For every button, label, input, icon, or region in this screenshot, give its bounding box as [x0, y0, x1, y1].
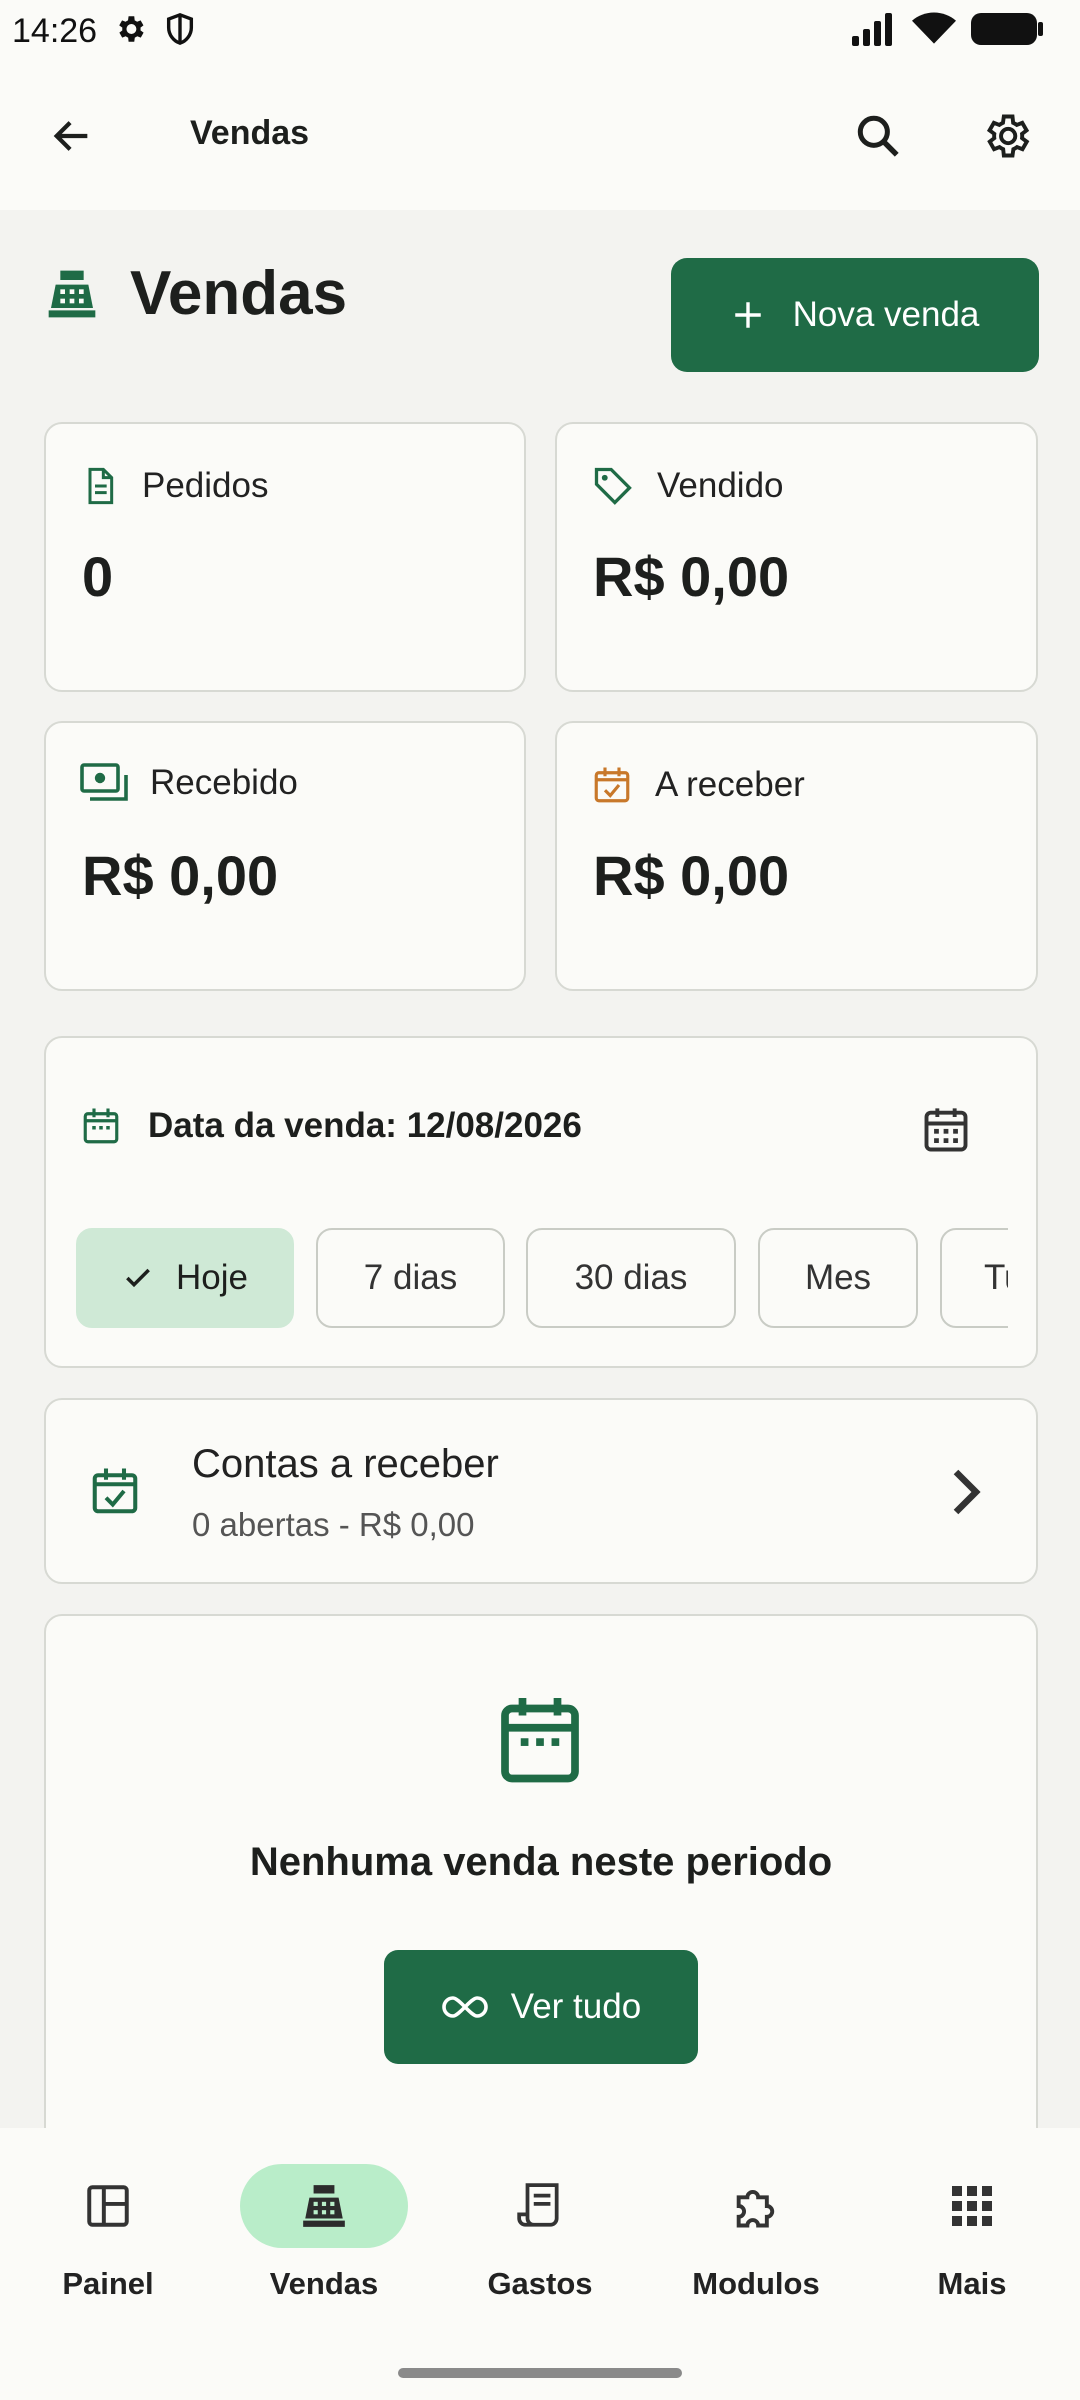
new-sale-label: Nova venda [792, 295, 980, 334]
page-title: Vendas [130, 259, 348, 328]
back-button[interactable] [42, 106, 102, 166]
app-bar: Vendas [0, 62, 1080, 210]
date-picker-button[interactable] [916, 1100, 976, 1160]
shield-status-icon [163, 12, 197, 51]
period-chips: Hoje 7 dias 30 dias Mes Tudo [76, 1228, 1008, 1330]
see-all-button[interactable]: Ver tudo [384, 1950, 698, 2064]
page-header: Vendas [44, 258, 347, 329]
status-time: 14:26 [12, 11, 98, 50]
calendar-empty-icon [501, 1698, 579, 1783]
chevron-right-icon [953, 1469, 981, 1515]
chip-hoje[interactable]: Hoje [76, 1228, 294, 1328]
receivables-title: Contas a receber [192, 1442, 499, 1486]
receivables-card[interactable]: Contas a receber 0 abertas - R$ 0,00 [44, 1398, 1038, 1584]
receipt-icon [517, 2183, 559, 2227]
apps-grid-icon [952, 2186, 992, 2226]
cash-register-icon [303, 2185, 345, 2227]
document-icon [88, 467, 114, 505]
receivables-subtitle: 0 abertas - R$ 0,00 [192, 1506, 475, 1543]
chip-label: 30 dias [574, 1258, 688, 1297]
app-bar-title: Vendas [190, 114, 310, 152]
nav-mais[interactable]: Mais [872, 2164, 1072, 2324]
nav-label: Gastos [487, 2266, 593, 2301]
battery-icon [970, 12, 1044, 51]
nav-gastos[interactable]: Gastos [440, 2164, 640, 2324]
arrow-left-icon [53, 121, 88, 151]
nav-label: Vendas [269, 2266, 379, 2301]
chip-label: 7 dias [363, 1258, 458, 1297]
home-indicator[interactable] [398, 2368, 682, 2378]
calendar-grid-icon [924, 1108, 968, 1152]
dashboard-icon [87, 2185, 129, 2227]
check-icon [126, 1268, 150, 1288]
infinity-icon [442, 1996, 488, 2018]
stat-label: Vendido [657, 466, 784, 505]
chip-7-dias[interactable]: 7 dias [316, 1228, 505, 1328]
stat-label: Pedidos [142, 466, 269, 505]
tag-icon [594, 467, 632, 505]
chip-mes[interactable]: Mes [758, 1228, 918, 1328]
gear-status-icon [113, 12, 147, 51]
nav-label: Painel [62, 2266, 154, 2301]
stat-value: R$ 0,00 [82, 844, 279, 907]
nav-painel[interactable]: Painel [8, 2164, 208, 2324]
wifi-icon [912, 12, 956, 51]
status-bar: 14:26 [0, 0, 1080, 62]
chip-label: Hoje [176, 1258, 248, 1297]
stat-value: 0 [82, 545, 114, 608]
stat-card-a-receber[interactable]: A receber R$ 0,00 [555, 721, 1038, 991]
chip-label: Tudo [984, 1258, 1008, 1297]
empty-message: Nenhuma venda neste periodo [249, 1840, 833, 1884]
chip-30-dias[interactable]: 30 dias [526, 1228, 736, 1328]
calendar-check-icon [92, 1468, 138, 1514]
stat-card-pedidos[interactable]: Pedidos 0 [44, 422, 526, 692]
puzzle-icon [736, 2190, 775, 2228]
settings-button[interactable] [976, 106, 1036, 166]
nav-vendas[interactable]: Vendas [224, 2164, 424, 2324]
plus-icon [734, 302, 761, 328]
calendar-icon [83, 1108, 119, 1144]
chip-tudo[interactable]: Tudo [940, 1228, 1008, 1328]
signal-icon [850, 12, 898, 51]
stat-card-recebido[interactable]: Recebido R$ 0,00 [44, 721, 526, 991]
money-icon [80, 763, 128, 801]
nav-label: Mais [937, 2266, 1007, 2301]
nav-modulos[interactable]: Modulos [656, 2164, 856, 2324]
bottom-navigation: Painel Vendas Gastos Modulos Mais [0, 2128, 1080, 2400]
date-filter-card: Data da venda: 12/08/2026 Hoje 7 dias 30… [44, 1036, 1038, 1368]
new-sale-button[interactable]: Nova venda [671, 258, 1039, 372]
nav-label: Modulos [692, 2266, 820, 2301]
stat-card-vendido[interactable]: Vendido R$ 0,00 [555, 422, 1038, 692]
chip-label: Mes [804, 1258, 872, 1297]
search-button[interactable] [848, 106, 908, 166]
sale-date-label: Data da venda: 12/08/2026 [148, 1106, 582, 1145]
cash-register-icon [48, 270, 96, 317]
stat-value: R$ 0,00 [593, 844, 790, 907]
stat-label: A receber [655, 765, 805, 804]
calendar-check-icon [594, 767, 630, 803]
stat-value: R$ 0,00 [593, 545, 790, 608]
stat-label: Recebido [150, 763, 298, 802]
gear-icon [986, 114, 1030, 158]
search-icon [857, 115, 899, 157]
see-all-label: Ver tudo [510, 1987, 642, 2026]
